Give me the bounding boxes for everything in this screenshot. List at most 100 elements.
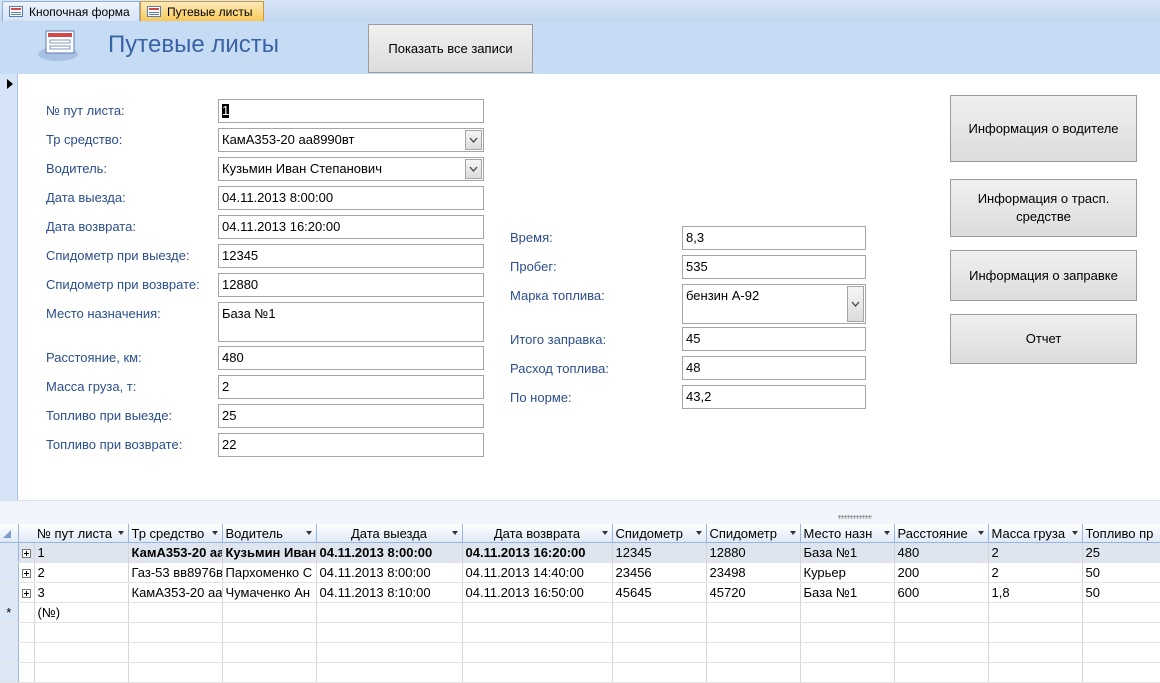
table-cell[interactable]: 04.11.2013 16:20:00 [462,542,613,563]
table-cell[interactable]: 1,8 [988,582,1083,603]
row-selector[interactable] [0,562,19,583]
table-cell[interactable]: 2 [988,562,1083,583]
expand-plus-icon[interactable] [21,589,31,599]
chevron-down-icon[interactable] [465,159,482,179]
table-cell[interactable]: 50 [1082,562,1160,583]
sort-dropdown-icon[interactable] [305,531,312,535]
column-header[interactable]: Расстояние [894,524,989,543]
column-header[interactable]: Дата выезда [316,524,463,543]
cargo-weight-field[interactable]: 2 [218,375,484,399]
table-cell[interactable]: 12345 [612,542,707,563]
chevron-down-icon[interactable] [465,130,482,150]
show-all-records-button[interactable]: Показать все записи [368,24,533,73]
new-record-marker[interactable]: * [0,602,19,623]
sort-dropdown-icon[interactable] [211,531,218,535]
table-cell[interactable] [128,602,223,623]
table-cell[interactable]: Чумаченко Ан [222,582,317,603]
expand-cell[interactable] [18,562,35,583]
norm-field[interactable]: 43,2 [682,385,866,409]
table-cell[interactable] [894,602,989,623]
new-record-row[interactable]: * (№) [0,602,1160,623]
distance-field[interactable]: 480 [218,346,484,370]
sort-dropdown-icon[interactable] [117,531,124,535]
sort-dropdown-icon[interactable] [695,531,702,535]
table-row[interactable]: 2 Газ-53 вв8976в Пархоменко С 04.11.2013… [0,562,1160,583]
table-cell[interactable]: 04.11.2013 8:10:00 [316,582,463,603]
table-cell[interactable]: 600 [894,582,989,603]
table-cell[interactable]: 04.11.2013 16:50:00 [462,582,613,603]
fuel-return-field[interactable]: 22 [218,433,484,457]
table-cell[interactable]: 12880 [706,542,801,563]
table-cell[interactable]: 50 [1082,582,1160,603]
column-header[interactable]: Место назн [800,524,895,543]
table-cell[interactable] [706,602,801,623]
table-cell[interactable]: 480 [894,542,989,563]
row-selector[interactable] [0,542,19,563]
table-cell[interactable]: 04.11.2013 8:00:00 [316,542,463,563]
expand-cell[interactable] [18,582,35,603]
tab-waybills[interactable]: Путевые листы [140,1,264,21]
table-cell[interactable]: База №1 [800,542,895,563]
column-header[interactable]: № пут листа [34,524,129,543]
mileage-field[interactable]: 535 [682,255,866,279]
table-cell[interactable] [612,602,707,623]
table-cell[interactable]: 04.11.2013 14:40:00 [462,562,613,583]
table-cell[interactable]: 23498 [706,562,801,583]
time-field[interactable]: 8,3 [682,226,866,250]
table-cell[interactable]: 45720 [706,582,801,603]
column-header[interactable]: Дата возврата [462,524,613,543]
sort-dropdown-icon[interactable] [883,531,890,535]
waybill-number-field[interactable]: 1 [218,99,484,123]
column-header[interactable]: Масса груза [988,524,1083,543]
select-all-corner[interactable] [0,524,19,543]
chevron-down-icon[interactable] [847,286,864,322]
sort-dropdown-icon[interactable] [789,531,796,535]
total-refuel-field[interactable]: 45 [682,327,866,351]
fuel-brand-combobox[interactable]: бензин А-92 [682,284,866,324]
table-cell[interactable]: КамА353-20 аа [128,542,223,563]
odometer-return-field[interactable]: 12880 [218,273,484,297]
table-cell[interactable] [988,602,1083,623]
table-cell[interactable]: 200 [894,562,989,583]
tab-button-form[interactable]: Кнопочная форма [2,1,140,21]
table-cell[interactable] [1082,602,1160,623]
table-cell[interactable]: 25 [1082,542,1160,563]
depart-date-field[interactable]: 04.11.2013 8:00:00 [218,186,484,210]
table-cell[interactable]: 2 [34,562,129,583]
row-selector[interactable] [0,582,19,603]
table-cell[interactable]: Кузьмин Иван [222,542,317,563]
table-cell[interactable]: 45645 [612,582,707,603]
table-cell[interactable]: (№) [34,602,129,623]
column-header[interactable]: Водитель [222,524,317,543]
column-header[interactable]: Спидометр [706,524,801,543]
table-cell[interactable] [316,602,463,623]
table-cell[interactable]: 3 [34,582,129,603]
column-header[interactable]: Тр средство [128,524,223,543]
table-cell[interactable]: Пархоменко С [222,562,317,583]
column-header[interactable]: Топливо пр [1082,524,1160,543]
refuel-info-button[interactable]: Информация о заправке [950,250,1137,301]
column-header[interactable]: Спидометр [612,524,707,543]
fuel-consumption-field[interactable]: 48 [682,356,866,380]
table-cell[interactable]: Курьер [800,562,895,583]
expand-plus-icon[interactable] [21,569,31,579]
sort-dropdown-icon[interactable] [451,531,458,535]
splitter-grip-handle[interactable] [838,515,872,519]
record-selector[interactable] [0,74,18,500]
odometer-depart-field[interactable]: 12345 [218,244,484,268]
table-cell[interactable]: 1 [34,542,129,563]
table-row[interactable]: 1 КамА353-20 аа Кузьмин Иван 04.11.2013 … [0,542,1160,563]
driver-info-button[interactable]: Информация о водителе [950,95,1137,162]
sort-dropdown-icon[interactable] [1071,531,1078,535]
destination-field[interactable]: База №1 [218,302,484,342]
return-date-field[interactable]: 04.11.2013 16:20:00 [218,215,484,239]
table-cell[interactable]: КамА353-20 аа [128,582,223,603]
vehicle-combobox[interactable]: КамА353-20 аа8990вт [218,128,484,152]
table-cell[interactable] [800,602,895,623]
vehicle-info-button[interactable]: Информация о трасп. средстве [950,179,1137,237]
table-cell[interactable]: Газ-53 вв8976в [128,562,223,583]
table-cell[interactable] [222,602,317,623]
table-row[interactable]: 3 КамА353-20 аа Чумаченко Ан 04.11.2013 … [0,582,1160,603]
driver-combobox[interactable]: Кузьмин Иван Степанович [218,157,484,181]
table-cell[interactable]: База №1 [800,582,895,603]
